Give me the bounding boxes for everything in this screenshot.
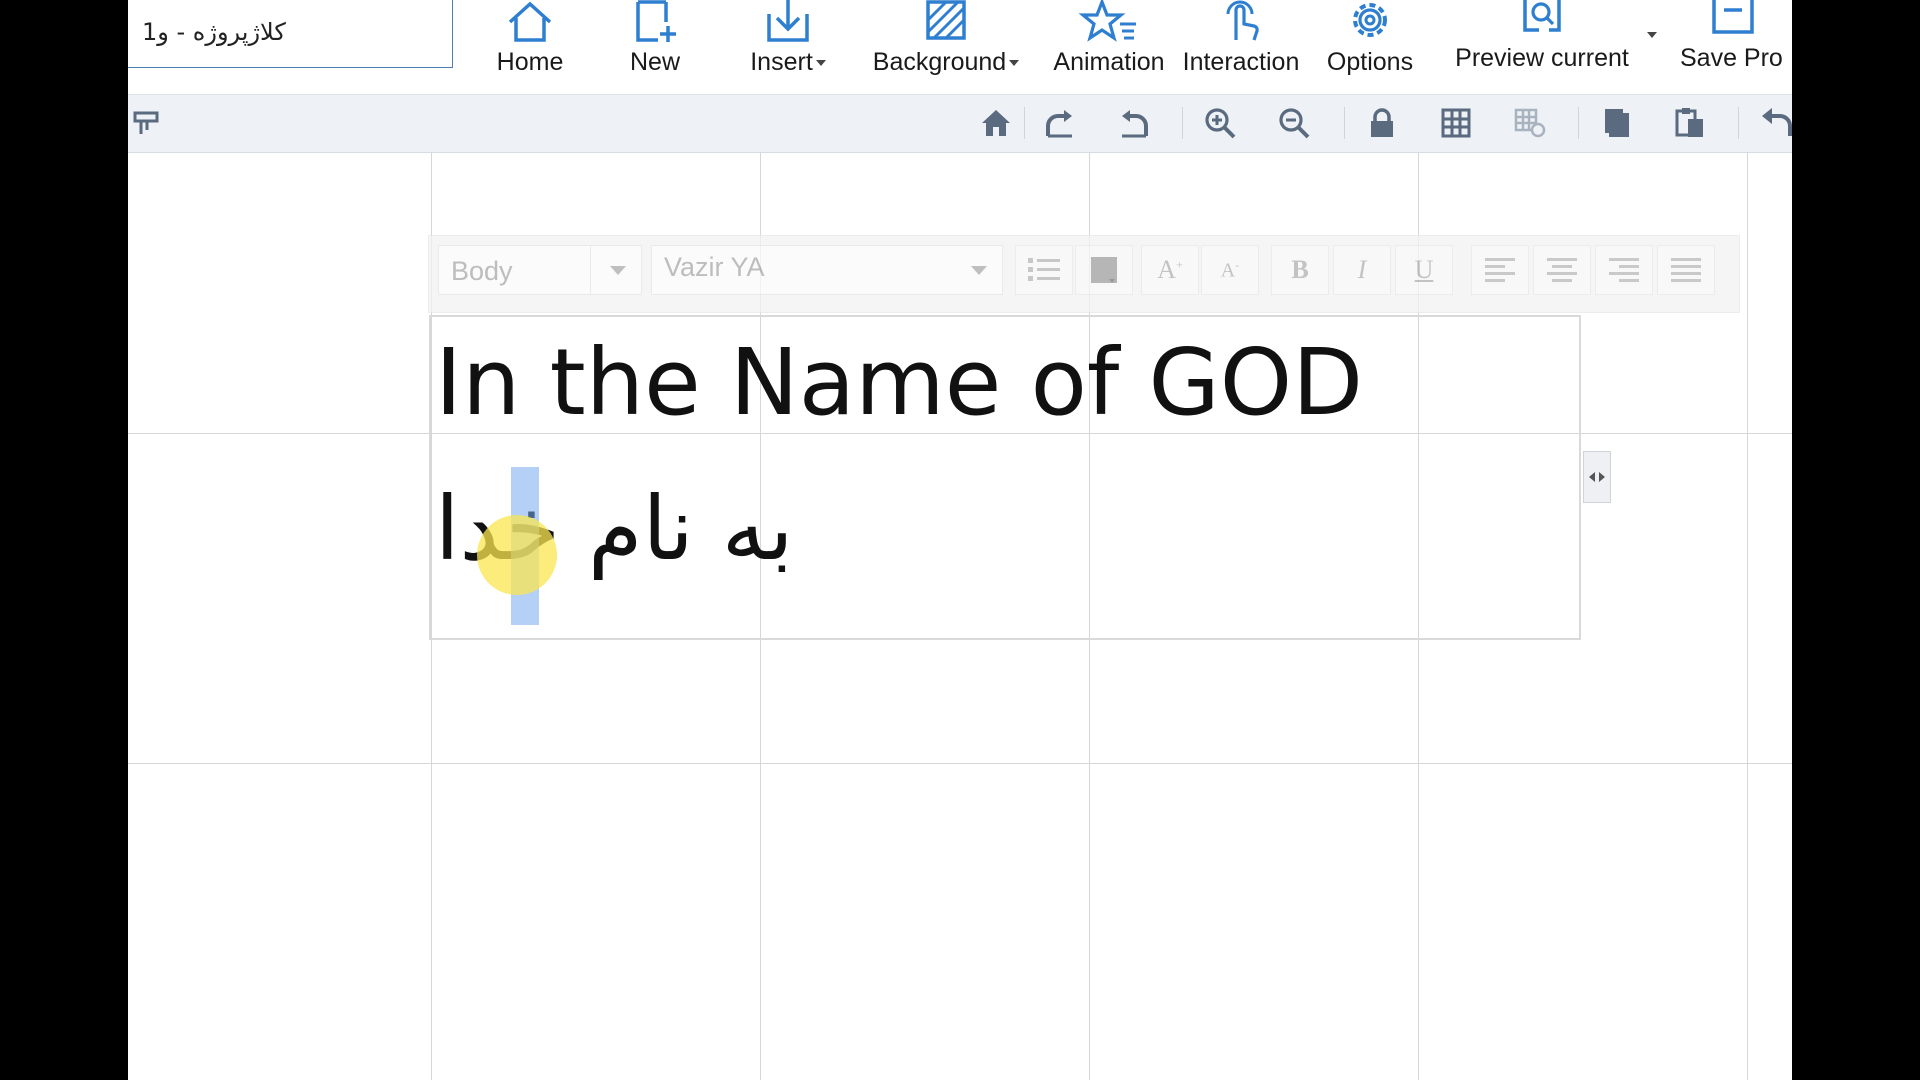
resize-handle[interactable] <box>1583 451 1611 503</box>
save-project-label: Save Pro <box>1680 44 1783 72</box>
font-family-select[interactable]: Vazir YA <box>651 245 1003 295</box>
align-center-icon <box>1547 258 1577 282</box>
insert-icon <box>767 0 809 42</box>
chevron-down-icon <box>952 246 1002 294</box>
grid-icon[interactable] <box>1438 105 1474 141</box>
options-label: Options <box>1326 48 1414 76</box>
undo-icon[interactable] <box>1116 105 1152 141</box>
preview-label: Preview current <box>1455 44 1629 72</box>
text-line-english[interactable]: In the Name of GOD <box>435 329 1363 436</box>
slide-canvas[interactable]: Body Vazir YA A+ A- B I U In the Name of… <box>128 153 1792 1080</box>
chevron-down-icon <box>590 246 641 294</box>
preview-button[interactable]: Preview current <box>1442 0 1642 86</box>
font-increase-icon: A+ <box>1157 255 1183 284</box>
gear-icon <box>1353 3 1387 37</box>
save-project-button[interactable]: Save Pro <box>1680 0 1792 86</box>
align-center-button[interactable] <box>1533 245 1591 295</box>
new-button[interactable]: New <box>610 0 700 86</box>
resize-arrows-icon <box>1589 472 1605 482</box>
underline-label: U <box>1414 255 1434 284</box>
background-label: Background <box>872 48 1007 76</box>
new-slide-icon <box>636 0 676 42</box>
interaction-button[interactable]: Interaction <box>1178 0 1304 86</box>
ribbon: کلاژپروژه - و1 Home New Insert Backgroun… <box>128 0 1792 95</box>
touch-hand-icon <box>1226 0 1259 41</box>
bullet-list-button[interactable] <box>1015 245 1073 295</box>
bullet-list-icon <box>1028 258 1060 281</box>
redo-icon[interactable] <box>1042 105 1078 141</box>
animation-star-icon <box>1078 0 1136 42</box>
home-view-icon[interactable] <box>978 105 1014 141</box>
insert-button[interactable]: Insert <box>738 0 838 86</box>
options-button[interactable]: Options <box>1320 0 1420 86</box>
background-dropdown-icon <box>1009 60 1020 67</box>
new-label: New <box>629 48 680 76</box>
preview-dropdown-icon[interactable] <box>1644 26 1657 44</box>
format-painter-icon[interactable] <box>128 105 164 141</box>
grid-line <box>1747 153 1748 1080</box>
home-icon <box>508 1 552 42</box>
back-arrow-icon[interactable] <box>1758 105 1792 141</box>
text-format-toolbar: Body Vazir YA A+ A- B I U <box>428 235 1740 313</box>
underline-button[interactable]: U <box>1395 245 1453 295</box>
home-label: Home <box>496 48 564 76</box>
insert-dropdown-icon <box>815 60 826 67</box>
increase-font-size-button[interactable]: A+ <box>1141 245 1199 295</box>
background-icon <box>926 0 966 40</box>
bold-button[interactable]: B <box>1271 245 1329 295</box>
home-button[interactable]: Home <box>480 0 580 86</box>
animation-button[interactable]: Animation <box>1046 0 1172 86</box>
bold-label: B <box>1291 255 1309 284</box>
interaction-label: Interaction <box>1182 48 1300 76</box>
copy-icon[interactable] <box>1598 105 1634 141</box>
zoom-in-icon[interactable] <box>1202 105 1238 141</box>
align-left-icon <box>1485 258 1515 282</box>
lock-icon[interactable] <box>1364 105 1400 141</box>
justify-icon <box>1671 258 1701 282</box>
font-family-value: Vazir YA <box>664 252 765 282</box>
app-window: کلاژپروژه - و1 Home New Insert Backgroun… <box>128 0 1792 1080</box>
align-left-button[interactable] <box>1471 245 1529 295</box>
background-button[interactable]: Background <box>866 0 1026 86</box>
paragraph-style-value: Body <box>451 256 513 286</box>
grid-settings-icon[interactable] <box>1512 105 1548 141</box>
text-box[interactable]: In the Name of GOD به نام خدا <box>429 315 1581 640</box>
italic-label: I <box>1357 255 1367 284</box>
quick-toolbar <box>128 95 1792 153</box>
font-decrease-icon: A- <box>1220 257 1240 282</box>
color-swatch-icon <box>1091 257 1117 283</box>
align-right-button[interactable] <box>1595 245 1653 295</box>
preview-magnifier-icon <box>1523 0 1561 32</box>
animation-label: Animation <box>1053 48 1165 76</box>
align-right-icon <box>1609 258 1639 282</box>
grid-line <box>128 763 1792 764</box>
italic-button[interactable]: I <box>1333 245 1391 295</box>
paragraph-style-select[interactable]: Body <box>438 245 642 295</box>
insert-label: Insert <box>750 48 813 76</box>
zoom-out-icon[interactable] <box>1276 105 1312 141</box>
paste-icon[interactable] <box>1672 105 1708 141</box>
decrease-font-size-button[interactable]: A- <box>1201 245 1259 295</box>
mouse-cursor-highlight <box>477 515 557 595</box>
text-color-button[interactable] <box>1075 245 1133 295</box>
project-name-field[interactable]: کلاژپروژه - و1 <box>128 0 453 68</box>
save-icon <box>1712 0 1754 34</box>
justify-button[interactable] <box>1657 245 1715 295</box>
